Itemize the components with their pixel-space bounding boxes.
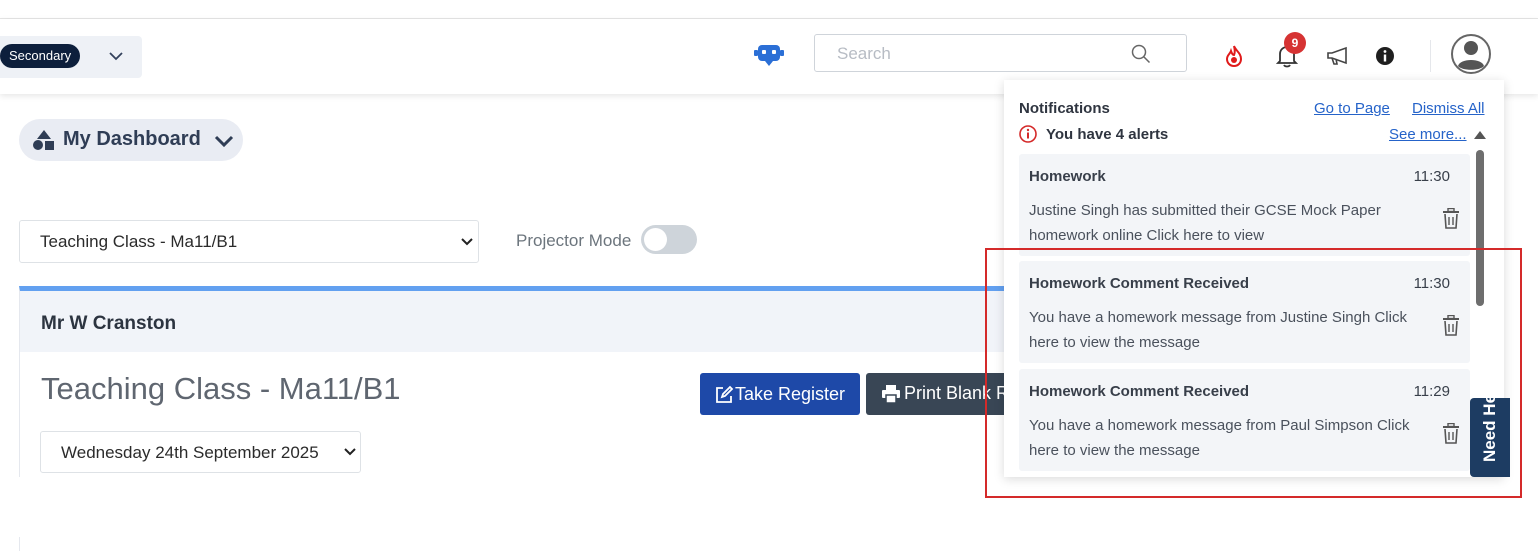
notification-body: Justine Singh has submitted their GCSE M… bbox=[1029, 202, 1381, 244]
notification-time: 11:29 bbox=[1413, 383, 1450, 400]
scroll-up-icon[interactable] bbox=[1473, 130, 1487, 140]
dismiss-all-link[interactable]: Dismiss All bbox=[1412, 100, 1485, 117]
chevron-down-icon bbox=[109, 52, 123, 61]
info-icon[interactable] bbox=[1375, 46, 1395, 66]
notifications-title: Notifications bbox=[1019, 100, 1110, 117]
take-register-button[interactable]: Take Register bbox=[700, 373, 860, 415]
alert-icon bbox=[1019, 125, 1037, 143]
notification-time: 11:30 bbox=[1413, 168, 1450, 185]
print-label: Print Blank R bbox=[904, 383, 1010, 403]
notification-body: You have a homework message from Paul Si… bbox=[1029, 417, 1410, 459]
search-icon[interactable] bbox=[1131, 44, 1151, 64]
projector-mode-toggle[interactable] bbox=[641, 225, 697, 254]
class-title: Teaching Class - Ma11/B1 bbox=[41, 371, 401, 406]
app-switcher-label: Secondary bbox=[0, 44, 81, 68]
chevron-down-icon bbox=[344, 448, 356, 456]
notification-body: You have a homework message from Justine… bbox=[1029, 309, 1407, 351]
app-switcher[interactable]: Secondary bbox=[0, 36, 142, 78]
printer-icon bbox=[882, 385, 900, 404]
notification-item[interactable]: Homework Comment Received 11:29 You have… bbox=[1019, 369, 1470, 471]
go-to-page-link[interactable]: Go to Page bbox=[1314, 100, 1390, 117]
date-select[interactable]: Wednesday 24th September 2025 bbox=[40, 431, 361, 473]
chevron-down-icon bbox=[214, 135, 234, 148]
trash-icon[interactable] bbox=[1442, 315, 1460, 337]
search-box[interactable] bbox=[814, 34, 1187, 72]
notification-title: Homework Comment Received bbox=[1029, 275, 1250, 292]
dashboard-menu[interactable]: My Dashboard bbox=[19, 119, 243, 161]
notification-item[interactable]: Homework 11:30 Justine Singh has submitt… bbox=[1019, 154, 1470, 256]
shapes-icon bbox=[33, 130, 54, 150]
notification-title: Homework Comment Received bbox=[1029, 383, 1250, 400]
see-more-link[interactable]: See more... bbox=[1389, 126, 1467, 143]
alert-summary: You have 4 alerts bbox=[1046, 126, 1169, 143]
notifications-panel: Notifications Go to Page Dismiss All You… bbox=[1004, 80, 1504, 477]
edit-icon bbox=[716, 385, 734, 403]
trash-icon[interactable] bbox=[1442, 208, 1460, 230]
projector-mode-label: Projector Mode bbox=[516, 231, 632, 250]
need-help-tab[interactable]: Need Help bbox=[1470, 398, 1510, 477]
notification-item[interactable]: Homework Comment Received 11:30 You have… bbox=[1019, 261, 1470, 363]
need-help-label: Need Help bbox=[1480, 398, 1499, 462]
notification-badge: 9 bbox=[1284, 32, 1306, 54]
class-select-value: Teaching Class - Ma11/B1 bbox=[40, 232, 238, 251]
class-select[interactable]: Teaching Class - Ma11/B1 bbox=[19, 220, 479, 263]
teacher-name: Mr W Cranston bbox=[41, 313, 177, 334]
notification-title: Homework bbox=[1029, 168, 1106, 185]
dashboard-title: My Dashboard bbox=[63, 128, 201, 150]
chevron-down-icon bbox=[461, 238, 473, 246]
date-select-value: Wednesday 24th September 2025 bbox=[61, 443, 319, 462]
scrollbar-thumb[interactable] bbox=[1476, 150, 1484, 306]
notification-time: 11:30 bbox=[1413, 275, 1450, 292]
card-header: Mr W Cranston bbox=[20, 291, 1050, 352]
trash-icon[interactable] bbox=[1442, 423, 1460, 445]
page-bottom bbox=[0, 477, 1538, 537]
user-avatar-icon[interactable] bbox=[1451, 34, 1491, 74]
chatbot-icon[interactable] bbox=[753, 42, 785, 68]
search-input[interactable] bbox=[835, 43, 1129, 65]
toggle-knob bbox=[644, 228, 667, 251]
fire-icon[interactable] bbox=[1224, 45, 1244, 67]
megaphone-icon[interactable] bbox=[1326, 46, 1352, 66]
header-divider bbox=[1430, 40, 1431, 72]
take-register-label: Take Register bbox=[735, 384, 846, 404]
